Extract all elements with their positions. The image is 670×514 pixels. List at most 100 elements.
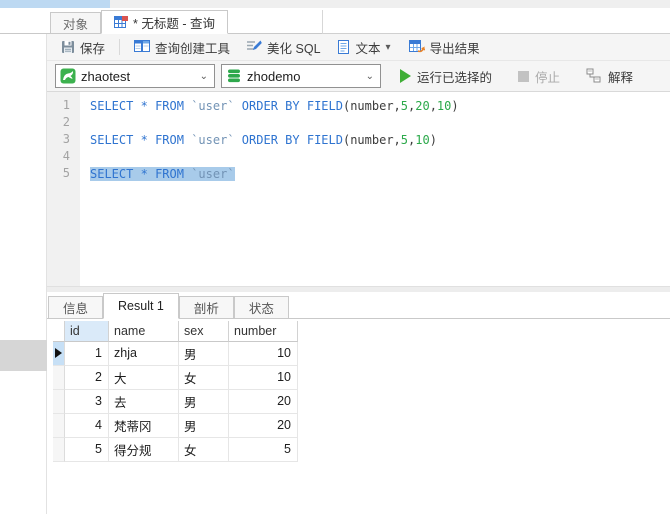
- run-icon: [400, 69, 411, 83]
- connection-chevron-icon: ⌄: [199, 70, 208, 82]
- column-header-sex[interactable]: sex: [179, 320, 229, 342]
- line-number: 5: [62, 166, 70, 180]
- row-marker[interactable]: [53, 365, 65, 390]
- stop-label: 停止: [535, 70, 561, 85]
- text-view-dropdown-arrow[interactable]: ▾: [386, 42, 393, 53]
- editor-code[interactable]: SELECT * FROM `user` ORDER BY FIELD(numb…: [80, 92, 670, 286]
- code-line[interactable]: SELECT * FROM `user` ORDER BY FIELD(numb…: [90, 132, 670, 149]
- row-marker[interactable]: [53, 341, 65, 366]
- result-tab-剖析[interactable]: 剖析: [178, 295, 234, 318]
- database-icon: [226, 68, 242, 84]
- grid-header-row: id name sex number: [53, 320, 670, 342]
- beautify-sql-icon: [246, 39, 262, 55]
- line-number: 2: [62, 115, 70, 129]
- connection-bar: zhaotest ⌄ zhodemo ⌄ 运行已选择的 停止 解释: [47, 61, 670, 92]
- text-document-icon: [337, 40, 351, 54]
- table-row[interactable]: 3 去男 20: [53, 389, 670, 414]
- table-row[interactable]: 5 得分规女 5: [53, 437, 670, 462]
- grid-corner-cell[interactable]: [53, 320, 65, 342]
- cell-sex[interactable]: 女: [179, 365, 229, 390]
- export-result-icon: [408, 39, 425, 55]
- column-header-number[interactable]: number: [229, 320, 298, 342]
- stop-icon: [518, 70, 530, 82]
- query-builder-icon: [134, 39, 151, 55]
- row-marker[interactable]: [53, 389, 65, 414]
- current-row-arrow-icon: [55, 348, 62, 358]
- cell-number[interactable]: 10: [229, 365, 298, 390]
- code-line[interactable]: SELECT * FROM `user`: [90, 166, 670, 183]
- mysql-connection-icon: [60, 68, 76, 84]
- text-view-label: 文本: [355, 41, 381, 56]
- editor-gutter: 1 2 3 4 5: [47, 92, 80, 286]
- beautify-sql-label: 美化 SQL: [267, 41, 321, 56]
- database-name: zhodemo: [247, 68, 301, 84]
- result-tab-状态[interactable]: 状态: [233, 295, 289, 318]
- tabbar-empty-area: [322, 10, 670, 34]
- code-line[interactable]: [90, 149, 670, 166]
- cell-id[interactable]: 5: [65, 437, 109, 462]
- query-pane: 保存 查询创建工具 美化 SQL 文本 ▾ 导出结果 zhaotest ⌄ zh…: [47, 34, 670, 514]
- query-builder-button[interactable]: 查询创建工具: [128, 35, 236, 60]
- connection-select[interactable]: zhaotest ⌄: [55, 64, 215, 88]
- table-row[interactable]: 2 大女 10: [53, 365, 670, 390]
- cell-id[interactable]: 3: [65, 389, 109, 414]
- column-header-name[interactable]: name: [109, 320, 179, 342]
- tab-query-label: * 无标题 - 查询: [133, 16, 215, 31]
- cell-id[interactable]: 1: [65, 341, 109, 366]
- cell-name[interactable]: 大: [109, 365, 179, 390]
- cell-name[interactable]: 去: [109, 389, 179, 414]
- cell-number[interactable]: 5: [229, 437, 298, 462]
- connection-name: zhaotest: [81, 68, 131, 84]
- explain-button[interactable]: 解释: [579, 64, 640, 89]
- text-view-button[interactable]: 文本 ▾: [331, 35, 399, 60]
- cell-id[interactable]: 2: [65, 365, 109, 390]
- cell-sex[interactable]: 男: [179, 341, 229, 366]
- tab-query[interactable]: * 无标题 - 查询: [101, 10, 228, 34]
- database-select[interactable]: zhodemo ⌄: [221, 64, 381, 88]
- window-title-fragment: [0, 0, 110, 8]
- row-marker[interactable]: [53, 413, 65, 438]
- explain-label: 解释: [608, 70, 634, 85]
- result-grid[interactable]: id name sex number 1 zhja 男 10 2 大女 10 3 去男 20 4 梵蒂冈男 20…: [53, 320, 670, 462]
- run-selected-button[interactable]: 运行已选择的: [393, 64, 499, 89]
- save-button[interactable]: 保存: [55, 35, 111, 60]
- sql-editor[interactable]: 1 2 3 4 5 SELECT * FROM `user` ORDER BY FIEL…: [47, 92, 670, 286]
- stop-button: 停止: [511, 64, 567, 89]
- result-tab-result1[interactable]: Result 1: [103, 292, 179, 319]
- tab-objects[interactable]: 对象: [50, 12, 102, 33]
- cell-sex[interactable]: 女: [179, 437, 229, 462]
- export-result-label: 导出结果: [429, 41, 480, 56]
- document-tabbar: 对象 * 无标题 - 查询: [0, 8, 670, 34]
- query-toolbar: 保存 查询创建工具 美化 SQL 文本 ▾ 导出结果: [47, 34, 670, 61]
- line-number: 1: [62, 98, 70, 112]
- cell-number[interactable]: 10: [229, 341, 298, 366]
- line-number: 4: [62, 149, 70, 163]
- column-header-id[interactable]: id: [65, 320, 109, 342]
- cell-number[interactable]: 20: [229, 413, 298, 438]
- sidebar-scroll-thumb[interactable]: [0, 340, 47, 371]
- cell-sex[interactable]: 男: [179, 389, 229, 414]
- database-chevron-icon: ⌄: [365, 70, 374, 82]
- table-row[interactable]: 4 梵蒂冈男 20: [53, 413, 670, 438]
- cell-sex[interactable]: 男: [179, 413, 229, 438]
- save-icon: [61, 40, 75, 54]
- explain-icon: [586, 68, 602, 84]
- row-marker[interactable]: [53, 437, 65, 462]
- beautify-sql-button[interactable]: 美化 SQL: [240, 35, 327, 60]
- line-number: 3: [62, 132, 70, 146]
- left-sidebar: [0, 34, 47, 514]
- cell-number[interactable]: 20: [229, 389, 298, 414]
- query-builder-label: 查询创建工具: [155, 41, 231, 56]
- table-row[interactable]: 1 zhja 男 10: [53, 341, 670, 366]
- tab-objects-label: 对象: [63, 17, 89, 32]
- result-tab-信息[interactable]: 信息: [48, 295, 104, 318]
- toolbar-separator: [119, 39, 121, 55]
- export-result-button[interactable]: 导出结果: [403, 35, 486, 60]
- cell-name[interactable]: 梵蒂冈: [109, 413, 179, 438]
- cell-name[interactable]: 得分规: [109, 437, 179, 462]
- code-line[interactable]: SELECT * FROM `user` ORDER BY FIELD(numb…: [90, 98, 670, 115]
- cell-id[interactable]: 4: [65, 413, 109, 438]
- navicat-query-window: 对象 * 无标题 - 查询 保存 查询创建工具 美化 SQL 文本 ▾ 导出结果…: [0, 0, 670, 514]
- cell-name[interactable]: zhja: [109, 341, 179, 366]
- code-line[interactable]: [90, 115, 670, 132]
